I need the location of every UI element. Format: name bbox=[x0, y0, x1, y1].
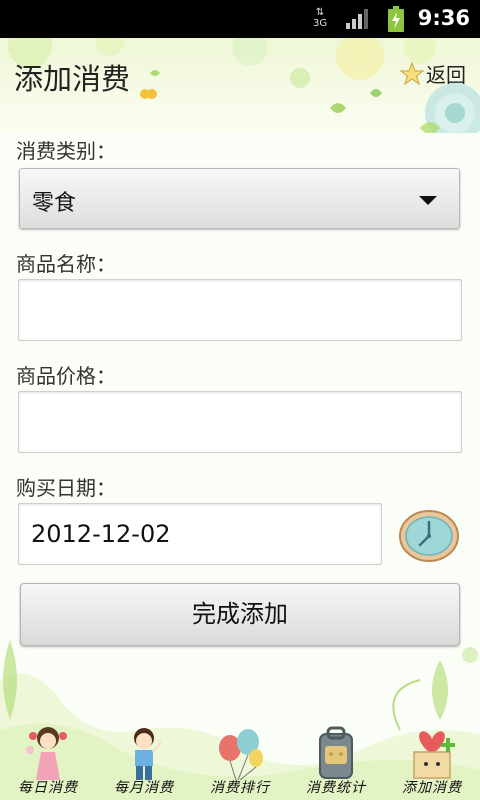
product-name-field-box bbox=[18, 279, 462, 341]
battery-charging-icon bbox=[388, 6, 404, 32]
back-button[interactable]: 返回 bbox=[400, 59, 466, 88]
status-bar: ⇅ 3G 9:36 bbox=[0, 0, 480, 38]
tab-monthly-expense[interactable]: 每月消费 bbox=[96, 720, 192, 800]
girl-icon bbox=[29, 727, 67, 780]
boy-icon bbox=[134, 728, 163, 780]
tab-label: 每月消费 bbox=[114, 780, 174, 796]
header: 添加消费 返回 bbox=[0, 38, 480, 133]
product-price-label: 商品价格： bbox=[16, 364, 116, 388]
purchase-date-input[interactable] bbox=[19, 504, 381, 564]
dropdown-arrow-icon bbox=[419, 196, 437, 205]
signal-icon bbox=[346, 9, 368, 29]
submit-button[interactable]: 完成添加 bbox=[20, 583, 460, 646]
backpack-icon bbox=[319, 726, 353, 779]
network-indicator: ⇅ 3G bbox=[313, 7, 328, 29]
tab-add-expense[interactable]: 添加消费 bbox=[384, 720, 480, 800]
balloons-icon bbox=[219, 729, 263, 780]
category-label: 消费类别： bbox=[16, 139, 116, 163]
clock-icon[interactable] bbox=[398, 509, 460, 563]
page-title: 添加消费 bbox=[14, 62, 131, 96]
product-name-input[interactable] bbox=[19, 280, 461, 340]
product-price-field-box bbox=[18, 391, 462, 453]
category-selected-value: 零食 bbox=[32, 191, 77, 216]
tab-label: 每日消费 bbox=[18, 780, 78, 796]
tab-daily-expense[interactable]: 每日消费 bbox=[0, 720, 96, 800]
tab-expense-ranking[interactable]: 消费排行 bbox=[192, 720, 288, 800]
category-select[interactable]: 零食 bbox=[19, 168, 460, 229]
purchase-date-label: 购买日期： bbox=[16, 476, 116, 500]
gift-box-icon bbox=[413, 731, 455, 779]
product-price-input[interactable] bbox=[19, 392, 461, 452]
purchase-date-field-box bbox=[18, 503, 382, 565]
tab-label: 添加消费 bbox=[402, 780, 462, 796]
star-icon bbox=[400, 61, 424, 85]
back-button-label: 返回 bbox=[426, 63, 466, 87]
tab-label: 消费统计 bbox=[306, 780, 366, 796]
tab-label: 消费排行 bbox=[210, 780, 270, 796]
product-name-label: 商品名称： bbox=[16, 252, 116, 276]
clock-time: 9:36 bbox=[417, 6, 470, 30]
bottom-tab-bar: 每日消费 每月消费 消费排行 消费统计 添加消费 bbox=[0, 720, 480, 800]
tab-expense-statistics[interactable]: 消费统计 bbox=[288, 720, 384, 800]
